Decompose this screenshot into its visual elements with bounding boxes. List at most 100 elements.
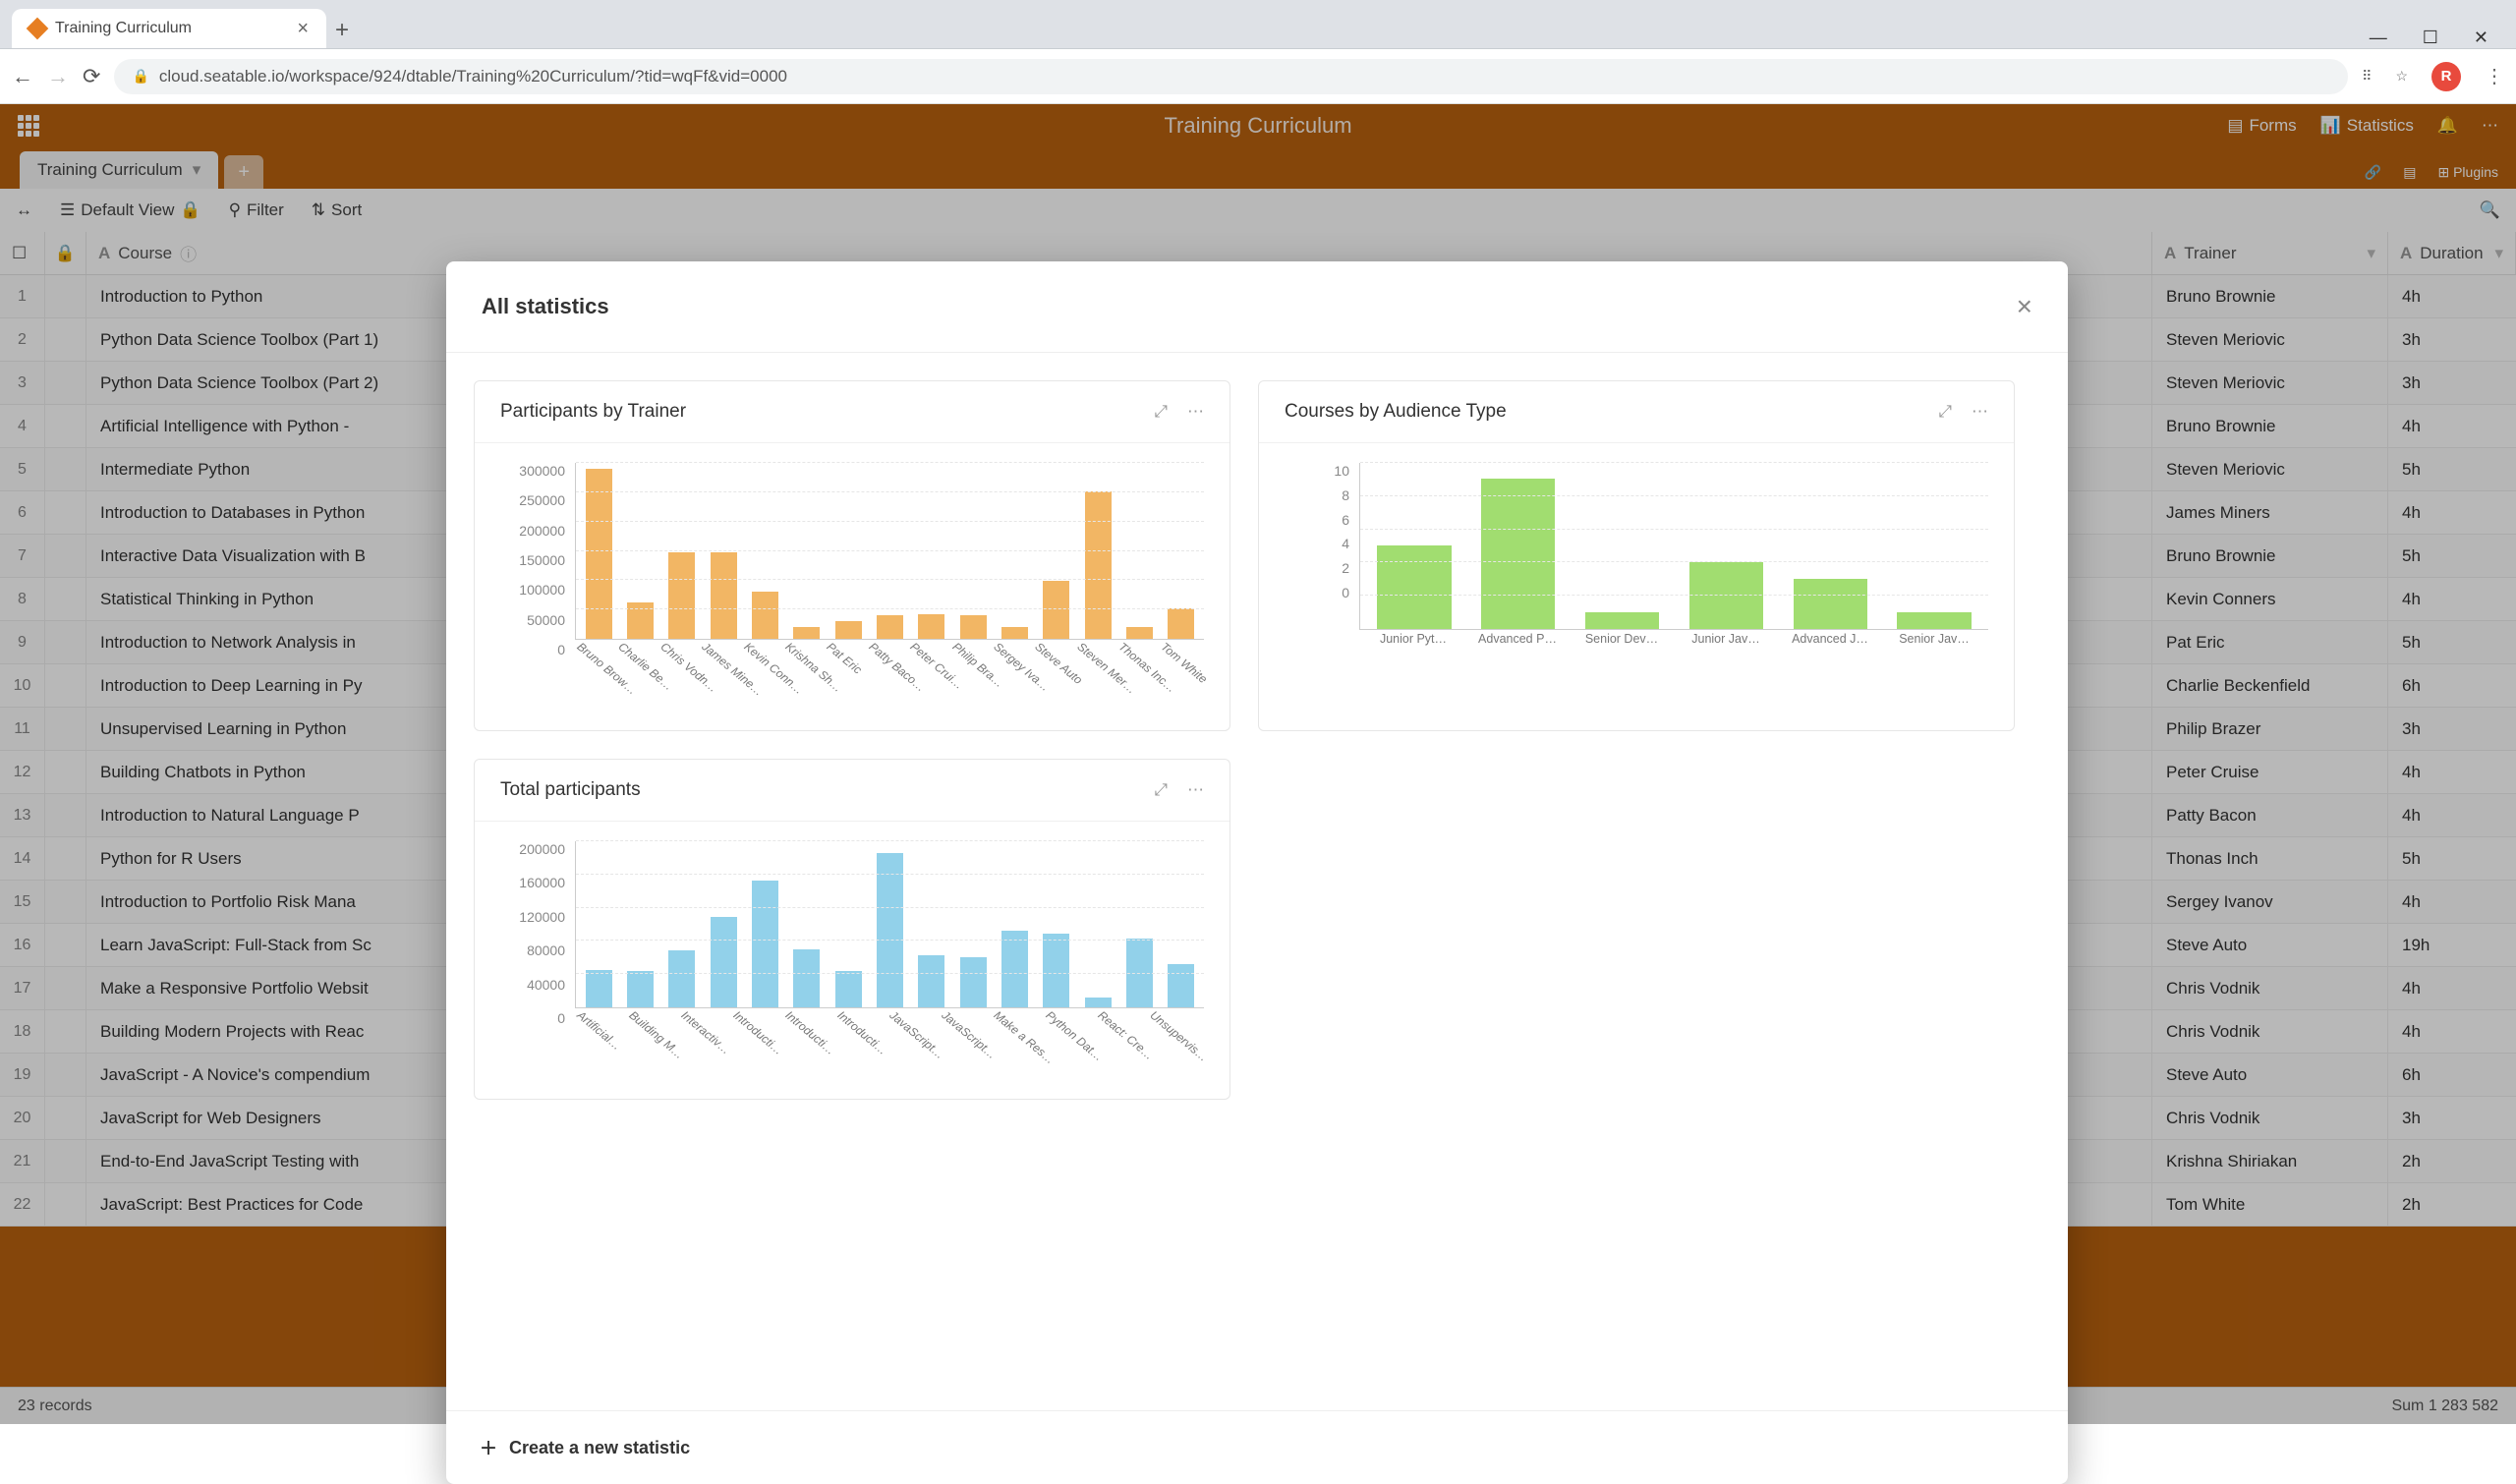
duration-cell[interactable]: 3h [2388, 362, 2516, 404]
url-text: cloud.seatable.io/workspace/924/dtable/T… [159, 67, 787, 86]
table-tab[interactable]: Training Curriculum▾ [20, 151, 218, 189]
browser-tab[interactable]: Training Curriculum × [12, 9, 326, 48]
minimize-icon[interactable]: — [2370, 28, 2387, 48]
trainer-cell[interactable]: Bruno Brownie [2152, 535, 2388, 577]
duration-cell[interactable]: 5h [2388, 535, 2516, 577]
trainer-cell[interactable]: Steven Meriovic [2152, 318, 2388, 361]
row-lock-cell [45, 535, 86, 577]
forms-link[interactable]: ▤ Forms [2227, 116, 2296, 136]
duration-cell[interactable]: 19h [2388, 924, 2516, 966]
menu-icon[interactable]: ⋮ [2485, 64, 2504, 88]
view-selector[interactable]: ☰ Default View 🔒 [60, 200, 201, 220]
bell-icon[interactable]: 🔔 [2437, 116, 2458, 136]
create-statistic-button[interactable]: ＋ Create a new statistic [446, 1410, 2068, 1484]
row-lock-cell [45, 491, 86, 534]
duration-cell[interactable]: 3h [2388, 708, 2516, 750]
trainer-cell[interactable]: Pat Eric [2152, 621, 2388, 663]
trainer-cell[interactable]: Chris Vodnik [2152, 1010, 2388, 1053]
duration-cell[interactable]: 4h [2388, 1010, 2516, 1053]
apps-grid-icon[interactable] [18, 115, 39, 137]
row-number: 22 [0, 1183, 45, 1226]
duration-cell[interactable]: 5h [2388, 621, 2516, 663]
close-modal-icon[interactable]: × [2017, 291, 2032, 322]
address-bar-row: ← → ⟳ 🔒 cloud.seatable.io/workspace/924/… [0, 49, 2516, 104]
chart-menu-icon[interactable]: ⋯ [1187, 402, 1204, 422]
new-tab-button[interactable]: + [326, 17, 358, 48]
trainer-cell[interactable]: James Miners [2152, 491, 2388, 534]
add-table-button[interactable]: + [224, 155, 263, 189]
duration-cell[interactable]: 6h [2388, 1054, 2516, 1096]
filter-button[interactable]: ⚲ Filter [229, 200, 284, 220]
row-lock-cell [45, 275, 86, 317]
duration-cell[interactable]: 6h [2388, 664, 2516, 707]
plus-icon: ＋ [480, 1435, 497, 1460]
row-number: 12 [0, 751, 45, 793]
duration-cell[interactable]: 4h [2388, 967, 2516, 1009]
reload-icon[interactable]: ⟳ [83, 64, 100, 89]
trainer-cell[interactable]: Charlie Beckenfield [2152, 664, 2388, 707]
header-duration[interactable]: ADuration▾ [2388, 232, 2516, 274]
expand-chart-icon[interactable]: ⤢ [1154, 402, 1168, 422]
chart-menu-icon[interactable]: ⋯ [1187, 780, 1204, 800]
duration-cell[interactable]: 3h [2388, 1097, 2516, 1139]
duration-cell[interactable]: 4h [2388, 275, 2516, 317]
row-lock-cell [45, 881, 86, 923]
trainer-cell[interactable]: Chris Vodnik [2152, 1097, 2388, 1139]
chart-menu-icon[interactable]: ⋯ [1972, 402, 1988, 422]
trainer-cell[interactable]: Steve Auto [2152, 1054, 2388, 1096]
close-window-icon[interactable]: ✕ [2474, 28, 2488, 48]
row-number: 5 [0, 448, 45, 490]
back-icon[interactable]: ← [12, 64, 33, 89]
duration-cell[interactable]: 4h [2388, 405, 2516, 447]
duration-cell[interactable]: 4h [2388, 881, 2516, 923]
row-lock-cell [45, 751, 86, 793]
statistics-link[interactable]: 📊 Statistics [2320, 116, 2414, 136]
export-icon[interactable]: ▤ [2403, 164, 2416, 181]
header-lock-icon: 🔒 [45, 232, 86, 274]
expand-chart-icon[interactable]: ⤢ [1154, 780, 1168, 800]
forward-icon[interactable]: → [47, 64, 69, 89]
chevron-down-icon[interactable]: ▾ [193, 160, 201, 180]
trainer-cell[interactable]: Steven Meriovic [2152, 448, 2388, 490]
trainer-cell[interactable]: Kevin Conners [2152, 578, 2388, 620]
maximize-icon[interactable]: ☐ [2423, 28, 2438, 48]
trainer-cell[interactable]: Steven Meriovic [2152, 362, 2388, 404]
trainer-cell[interactable]: Krishna Shiriakan [2152, 1140, 2388, 1182]
profile-avatar[interactable]: R [2431, 62, 2461, 91]
row-number: 10 [0, 664, 45, 707]
header-checkbox[interactable]: ☐ [0, 232, 45, 274]
trainer-cell[interactable]: Peter Cruise [2152, 751, 2388, 793]
duration-cell[interactable]: 4h [2388, 578, 2516, 620]
trainer-cell[interactable]: Steve Auto [2152, 924, 2388, 966]
translate-icon[interactable]: ⠿ [2362, 68, 2372, 85]
more-icon[interactable]: ⋯ [2482, 116, 2498, 136]
duration-cell[interactable]: 2h [2388, 1183, 2516, 1226]
trainer-cell[interactable]: Patty Bacon [2152, 794, 2388, 836]
plugins-button[interactable]: ⊞ Plugins [2437, 164, 2498, 181]
duration-cell[interactable]: 5h [2388, 837, 2516, 880]
trainer-cell[interactable]: Bruno Brownie [2152, 275, 2388, 317]
trainer-cell[interactable]: Philip Brazer [2152, 708, 2388, 750]
sort-button[interactable]: ⇅ Sort [312, 200, 362, 220]
trainer-cell[interactable]: Bruno Brownie [2152, 405, 2388, 447]
row-number: 3 [0, 362, 45, 404]
header-trainer[interactable]: ATrainer▾ [2152, 232, 2388, 274]
duration-cell[interactable]: 2h [2388, 1140, 2516, 1182]
trainer-cell[interactable]: Sergey Ivanov [2152, 881, 2388, 923]
trainer-cell[interactable]: Tom White [2152, 1183, 2388, 1226]
close-tab-icon[interactable]: × [297, 18, 309, 40]
search-icon[interactable]: 🔍 [2480, 200, 2500, 220]
trainer-cell[interactable]: Chris Vodnik [2152, 967, 2388, 1009]
share-icon[interactable]: 🔗 [2365, 164, 2381, 181]
trainer-cell[interactable]: Thonas Inch [2152, 837, 2388, 880]
app-title: Training Curriculum [1164, 113, 1351, 139]
duration-cell[interactable]: 3h [2388, 318, 2516, 361]
address-bar[interactable]: 🔒 cloud.seatable.io/workspace/924/dtable… [114, 59, 2348, 94]
duration-cell[interactable]: 5h [2388, 448, 2516, 490]
expand-chart-icon[interactable]: ⤢ [1938, 402, 1952, 422]
duration-cell[interactable]: 4h [2388, 794, 2516, 836]
star-icon[interactable]: ☆ [2395, 68, 2408, 85]
duration-cell[interactable]: 4h [2388, 751, 2516, 793]
duration-cell[interactable]: 4h [2388, 491, 2516, 534]
expand-views-icon[interactable]: ↔ [16, 200, 32, 220]
